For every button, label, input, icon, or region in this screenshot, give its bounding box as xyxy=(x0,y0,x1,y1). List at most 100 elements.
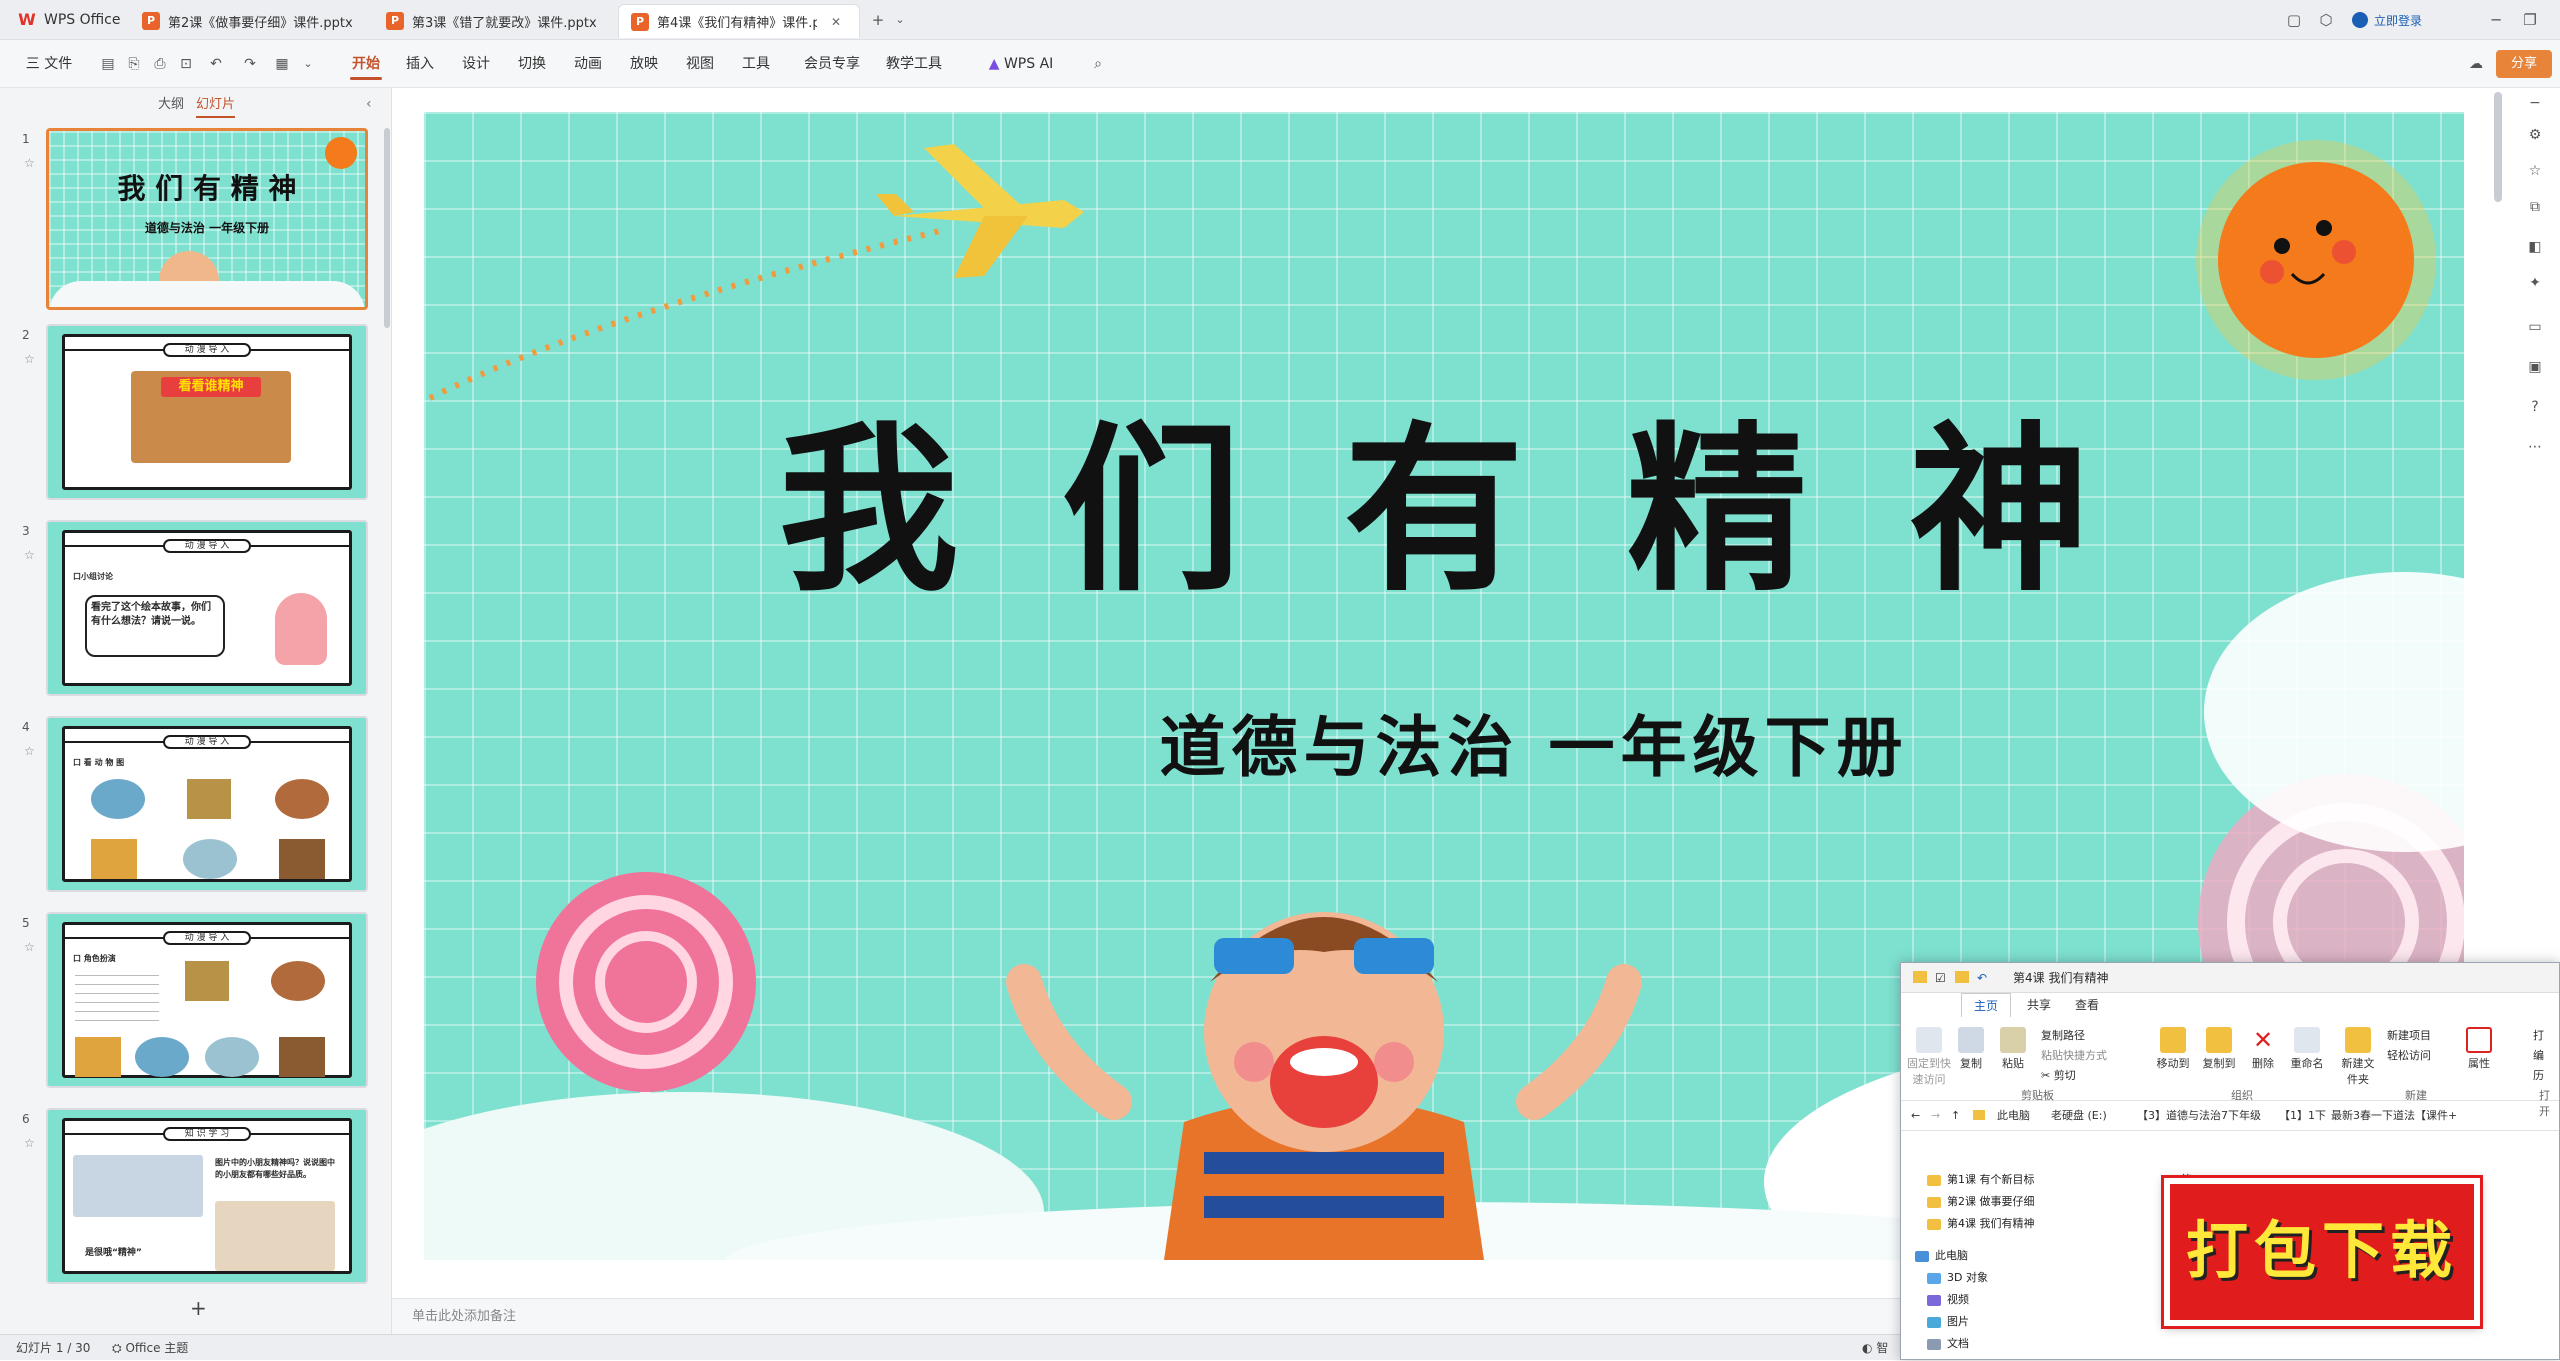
star-icon[interactable]: ☆ xyxy=(24,548,35,562)
nav-item[interactable]: 文档 xyxy=(1927,1333,1969,1355)
star-icon[interactable]: ☆ xyxy=(24,156,35,170)
format-painter-icon[interactable]: ▦ xyxy=(272,54,292,74)
address-bar[interactable]: ← → ↑ 此电脑 老硬盘 (E:) 【3】道德与法治7下年级 【1】1下 最新… xyxy=(1901,1101,2559,1131)
maximize-icon[interactable]: ❐ xyxy=(2520,10,2540,30)
copy-to-button[interactable]: 复制到 xyxy=(2197,1027,2241,1071)
login-button[interactable]: 立即登录 xyxy=(2352,10,2422,30)
new-item-button[interactable]: 新建项目 xyxy=(2387,1027,2431,1043)
copy-button[interactable]: 复制 xyxy=(1951,1027,1991,1071)
help-icon[interactable]: ? xyxy=(2524,396,2546,418)
sliders-icon[interactable]: ⚙ xyxy=(2524,124,2546,146)
easy-access-button[interactable]: 轻松访问 xyxy=(2387,1047,2431,1063)
star-icon[interactable]: ☆ xyxy=(2524,160,2546,182)
breadcrumb[interactable]: 老硬盘 (E:) xyxy=(2051,1101,2107,1131)
redo-icon[interactable]: ↷ xyxy=(240,54,260,74)
slide-thumbnail-row[interactable]: 4 ☆ 动 漫 导 入 口 看 动 物 图 xyxy=(0,716,380,898)
history-button[interactable]: 历 xyxy=(2533,1067,2544,1083)
menu-teaching-tools[interactable]: 教学工具 xyxy=(882,40,946,88)
add-slide-button[interactable]: + xyxy=(190,1296,207,1320)
nav-item[interactable]: 第2课 做事要仔细 xyxy=(1927,1191,2035,1213)
slide-thumbnail[interactable]: 动 漫 导 入 口小组讨论 看完了这个绘本故事，你们有什么想法？请说一说。 xyxy=(46,520,368,696)
file-menu[interactable]: 三 文件 xyxy=(14,40,84,88)
save-icon[interactable]: ▤ xyxy=(98,54,118,74)
slide-thumbnail[interactable]: 动 漫 导 入 口 看 动 物 图 xyxy=(46,716,368,892)
download-badge[interactable]: 打包下载 xyxy=(2161,1175,2483,1329)
new-folder-icon[interactable] xyxy=(1955,971,1969,983)
note-icon[interactable]: ▭ xyxy=(2524,316,2546,338)
folder-icon[interactable]: ▣ xyxy=(2524,356,2546,378)
menu-member[interactable]: 会员专享 xyxy=(800,40,864,88)
back-icon[interactable]: ← xyxy=(1911,1101,1920,1131)
menu-design[interactable]: 设计 xyxy=(456,40,496,88)
copy-path-button[interactable]: 复制路径 xyxy=(2041,1027,2085,1043)
tab-slides[interactable]: 幻灯片 xyxy=(196,88,236,122)
window-layout-icon[interactable]: ▢ xyxy=(2284,10,2304,30)
menu-animation[interactable]: 动画 xyxy=(568,40,608,88)
menu-transition[interactable]: 切换 xyxy=(512,40,552,88)
properties-button[interactable]: 属性 xyxy=(2461,1027,2497,1071)
star-icon[interactable]: ☆ xyxy=(24,744,35,758)
minimize-icon[interactable]: ─ xyxy=(2486,10,2506,30)
slide-scrollbar[interactable] xyxy=(2494,92,2502,202)
move-to-button[interactable]: 移动到 xyxy=(2151,1027,2195,1071)
slide-title[interactable]: 我 们 有 精 神 xyxy=(424,364,2464,625)
edit-button[interactable]: 编 xyxy=(2533,1047,2544,1063)
more-icon[interactable]: ⋯ xyxy=(2524,436,2546,458)
export-icon[interactable]: ⎘ xyxy=(124,54,144,74)
up-icon[interactable]: ↑ xyxy=(1951,1101,1960,1131)
slide-thumbnail-row[interactable]: 5 ☆ 动 漫 导 入 口 角色扮演 xyxy=(0,912,380,1094)
chevron-down-icon[interactable]: ⌄ xyxy=(890,10,910,30)
slide-subtitle[interactable]: 道德与法治 一年级下册 xyxy=(514,694,2464,790)
slide-thumbnail-row[interactable]: 3 ☆ 动 漫 导 入 口小组讨论 看完了这个绘本故事，你们有什么想法？请说一说… xyxy=(0,520,380,702)
preview-icon[interactable]: ⊡ xyxy=(176,54,196,74)
paste-button[interactable]: 粘贴 xyxy=(1993,1027,2033,1071)
chevron-down-icon[interactable]: ⌄ xyxy=(298,54,318,74)
pin-quick-access-button[interactable]: 固定到快速访问 xyxy=(1907,1027,1951,1087)
notes-area[interactable]: 单击此处添加备注 xyxy=(392,1298,1912,1334)
properties-icon[interactable]: ☑ xyxy=(1935,963,1946,993)
menu-slideshow[interactable]: 放映 xyxy=(624,40,664,88)
copy-icon[interactable]: ⧉ xyxy=(2524,196,2546,218)
smart-button[interactable]: ◐ 智 xyxy=(1862,1335,1888,1361)
nav-item[interactable]: 视频 xyxy=(1927,1289,1969,1311)
breadcrumb[interactable]: 【1】1下 xyxy=(2279,1101,2326,1131)
slide-thumbnail-row[interactable]: 1 ☆ 我 们 有 精 神 道德与法治 一年级下册 xyxy=(0,128,380,310)
delete-button[interactable]: ✕ 删除 xyxy=(2243,1027,2283,1071)
nav-item[interactable]: 此电脑 xyxy=(1915,1245,1968,1267)
slide-thumbnail[interactable]: 我 们 有 精 神 道德与法治 一年级下册 xyxy=(46,128,368,310)
menu-insert[interactable]: 插入 xyxy=(400,40,440,88)
slide-thumbnail-row[interactable]: 6 ☆ 知 识 学 习 图片中的小朋友精神吗？说说图中的小朋友都有哪些好品质。 … xyxy=(0,1108,380,1290)
breadcrumb[interactable]: 最新3春一下道法【课件+ xyxy=(2331,1101,2457,1131)
shape-icon[interactable]: ◧ xyxy=(2524,236,2546,258)
thumbnail-scrollbar[interactable] xyxy=(384,128,390,328)
star-icon[interactable]: ☆ xyxy=(24,940,35,954)
cut-button[interactable]: ✂ 剪切 xyxy=(2041,1067,2076,1083)
close-tab-icon[interactable]: ✕ xyxy=(831,15,841,29)
slide-thumbnail[interactable]: 知 识 学 习 图片中的小朋友精神吗？说说图中的小朋友都有哪些好品质。 是很哦“… xyxy=(46,1108,368,1284)
rename-button[interactable]: 重命名 xyxy=(2285,1027,2329,1071)
nav-item[interactable]: 第1课 有个新目标 xyxy=(1927,1169,2035,1191)
nav-item[interactable]: 第4课 我们有精神 xyxy=(1927,1213,2035,1235)
theme-button[interactable]: ⛭ Office 主题 xyxy=(112,1335,188,1361)
wps-ai-button[interactable]: ▲ WPS AI xyxy=(980,40,1062,88)
file-tab-2[interactable]: P 第3课《错了就要改》课件.pptx xyxy=(374,4,614,38)
file-tab-1[interactable]: P 第2课《做事要仔细》课件.pptx xyxy=(130,4,370,38)
star-icon[interactable]: ☆ xyxy=(24,352,35,366)
breadcrumb[interactable]: 此电脑 xyxy=(1997,1101,2030,1131)
slide-thumbnail[interactable]: 动 漫 导 入 看看谁精神 xyxy=(46,324,368,500)
wps-office-home[interactable]: W WPS Office xyxy=(18,10,120,30)
forward-icon[interactable]: → xyxy=(1931,1101,1940,1131)
nav-item[interactable]: 3D 对象 xyxy=(1927,1267,1988,1289)
paste-shortcut-button[interactable]: 粘贴快捷方式 xyxy=(2041,1047,2107,1063)
slide-thumbnail-row[interactable]: 2 ☆ 动 漫 导 入 看看谁精神 xyxy=(0,324,380,506)
tab-share[interactable]: 共享 xyxy=(2019,993,2059,1017)
undo-icon[interactable]: ↶ xyxy=(1977,963,1987,993)
tab-outline[interactable]: 大纲 xyxy=(158,88,184,122)
minus-icon[interactable]: − xyxy=(2524,92,2546,114)
collapse-panel-icon[interactable]: ‹ xyxy=(366,96,372,112)
tab-view[interactable]: 查看 xyxy=(2067,993,2107,1017)
open-button[interactable]: 打 xyxy=(2533,1027,2544,1043)
menu-tools[interactable]: 工具 xyxy=(736,40,776,88)
cube-icon[interactable]: ⬡ xyxy=(2316,10,2336,30)
slide-thumbnail[interactable]: 动 漫 导 入 口 角色扮演 xyxy=(46,912,368,1088)
